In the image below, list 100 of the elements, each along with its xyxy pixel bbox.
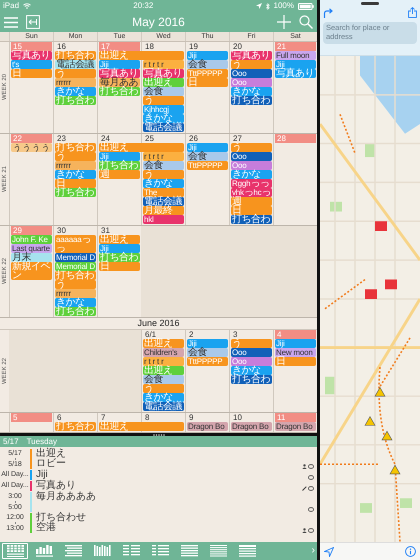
calendar-event[interactable]: Memorial D bbox=[55, 253, 96, 262]
calendar-event[interactable]: r t r t r bbox=[143, 152, 184, 161]
calendar-event[interactable]: きかな bbox=[231, 87, 272, 96]
day-number[interactable]: 26 bbox=[187, 134, 228, 143]
calendar-event[interactable]: 打ち合わ bbox=[55, 143, 96, 152]
calendar-event[interactable]: 写真あり bbox=[11, 51, 52, 60]
calendar-event[interactable]: う bbox=[231, 60, 272, 69]
day-number[interactable]: 18 bbox=[143, 42, 184, 51]
info-icon[interactable] bbox=[405, 546, 416, 557]
day-number[interactable]: 4 bbox=[275, 330, 316, 339]
calendar-event[interactable]: Jiji bbox=[99, 152, 140, 161]
calendar-event[interactable]: 会食 bbox=[143, 161, 184, 170]
calendar-event[interactable]: 週 bbox=[99, 170, 140, 179]
calendar-event[interactable]: 出迎え bbox=[143, 366, 184, 375]
calendar-event[interactable]: John F. Ke bbox=[11, 235, 52, 244]
calendar-event[interactable]: 会食 bbox=[187, 348, 228, 357]
calendar-event[interactable]: 電話会議 bbox=[143, 402, 184, 411]
calendar-event[interactable]: う bbox=[55, 152, 96, 161]
calendar-event[interactable]: aaaaaaっっ bbox=[55, 235, 96, 253]
calendar-event[interactable]: きかな bbox=[231, 170, 272, 179]
calendar-event[interactable]: vhkっhcっ bbox=[231, 188, 272, 197]
day-number[interactable]: 8 bbox=[143, 413, 184, 422]
calendar-event[interactable]: Dragon Bo bbox=[187, 422, 228, 431]
calendar-event[interactable]: きかな bbox=[55, 298, 96, 307]
calendar-event[interactable]: Jiji bbox=[187, 339, 228, 348]
calendar-event[interactable]: う bbox=[231, 143, 272, 152]
day-number[interactable]: 19 bbox=[187, 42, 228, 51]
day-number[interactable]: 20 bbox=[231, 42, 272, 51]
calendar-event[interactable]: 打ち合わ bbox=[55, 422, 96, 431]
calendar-event[interactable]: 電話会議 bbox=[143, 197, 184, 206]
calendar-event[interactable]: Ooo bbox=[231, 69, 272, 78]
calendar-event[interactable]: きかな bbox=[143, 114, 184, 123]
calendar-event[interactable]: 電話会議 bbox=[55, 60, 96, 69]
calendar-event[interactable]: 打ち合わ bbox=[99, 253, 140, 262]
calendar-event[interactable]: r t r t r bbox=[143, 357, 184, 366]
calendar-event[interactable]: Jiji bbox=[99, 60, 140, 69]
calendar-event[interactable]: 月末 bbox=[11, 253, 52, 262]
calendar-event[interactable]: 電話会議 bbox=[143, 123, 184, 132]
day-number[interactable]: 28 bbox=[275, 134, 316, 143]
day-number[interactable]: 16 bbox=[55, 42, 96, 51]
calendar-event[interactable]: Kjhhcgj bbox=[143, 105, 184, 114]
calendar-event[interactable]: う bbox=[143, 170, 184, 179]
calendar-event[interactable]: う bbox=[143, 96, 184, 105]
calendar-event[interactable]: TttPPPPP bbox=[187, 357, 228, 366]
day-number[interactable]: 7 bbox=[99, 413, 140, 422]
calendar-event[interactable]: 写真あり bbox=[275, 69, 316, 78]
calendar-event[interactable]: rrrrrr bbox=[55, 161, 96, 170]
calendar-event[interactable]: t's bbox=[11, 60, 52, 69]
day-number[interactable]: 23 bbox=[55, 134, 96, 143]
calendar-event[interactable]: 会食 bbox=[187, 60, 228, 69]
day-number[interactable]: 9 bbox=[187, 413, 228, 422]
calendar-event[interactable]: 打ち合わ bbox=[231, 375, 272, 384]
calendar-event[interactable]: 出迎え bbox=[99, 422, 184, 431]
day-number[interactable]: 30 bbox=[55, 226, 96, 235]
calendar-event[interactable]: きかな bbox=[143, 179, 184, 188]
calendar-event[interactable]: きかな bbox=[55, 87, 96, 96]
calendar-event[interactable]: う bbox=[55, 69, 96, 78]
day-number[interactable]: 21 bbox=[275, 42, 316, 51]
calendar-event[interactable]: 日 bbox=[275, 357, 316, 366]
day-number[interactable]: 22 bbox=[11, 134, 52, 143]
add-icon[interactable] bbox=[277, 15, 291, 29]
calendar-event[interactable]: TttPPPPP bbox=[187, 69, 228, 78]
calendar-event[interactable]: 打ち合わ bbox=[55, 51, 96, 60]
calendar-event[interactable]: Dragon Bo bbox=[231, 422, 272, 431]
calendar-event[interactable]: rrrrrr bbox=[55, 289, 96, 298]
calendar-event[interactable]: rrrrrr bbox=[55, 78, 96, 87]
calendar-event[interactable]: Children's bbox=[143, 348, 184, 357]
calendar-event[interactable]: hkl bbox=[143, 215, 184, 224]
day-number[interactable]: 5 bbox=[11, 413, 52, 422]
day-number[interactable]: 27 bbox=[231, 134, 272, 143]
calendar-event[interactable]: 会食 bbox=[143, 375, 184, 384]
day-number[interactable]: 3 bbox=[231, 330, 272, 339]
calendar-event[interactable]: Last quarte bbox=[11, 244, 52, 253]
day-number[interactable]: 15 bbox=[11, 42, 52, 51]
share-icon[interactable] bbox=[408, 7, 417, 18]
calendar-event[interactable]: 週 bbox=[231, 197, 272, 206]
calendar-event[interactable]: 会食 bbox=[143, 87, 184, 96]
search-icon[interactable] bbox=[299, 15, 313, 29]
day-number[interactable]: 10 bbox=[231, 413, 272, 422]
calendar-event[interactable]: 出迎え bbox=[99, 143, 184, 152]
calendar-event[interactable]: ぅぅぅぅ bbox=[11, 143, 52, 152]
day-number[interactable]: 24 bbox=[99, 134, 140, 143]
calendar-event[interactable]: 日 bbox=[99, 262, 140, 271]
day-number[interactable]: 31 bbox=[99, 226, 140, 235]
day-number[interactable]: 2 bbox=[187, 330, 228, 339]
turn-arrow-icon[interactable] bbox=[323, 8, 333, 18]
location-arrow-icon[interactable] bbox=[324, 546, 334, 556]
calendar-event[interactable]: 打ち合わ bbox=[99, 87, 140, 96]
view-button[interactable] bbox=[2, 543, 28, 559]
calendar-event[interactable]: Jiji bbox=[275, 339, 316, 348]
calendar-event[interactable]: う bbox=[55, 280, 96, 289]
calendar-event[interactable]: 会食 bbox=[187, 152, 228, 161]
day-number[interactable]: 6/1 bbox=[143, 330, 184, 339]
calendar-event[interactable]: 日 bbox=[55, 179, 96, 188]
calendar-event[interactable]: Ooo bbox=[231, 78, 272, 87]
calendar-event[interactable]: Rgghっっ bbox=[231, 179, 272, 188]
calendar-event[interactable]: 出迎え bbox=[143, 78, 184, 87]
calendar-event[interactable]: 出迎え bbox=[99, 235, 140, 244]
calendar-event[interactable]: 日 bbox=[231, 206, 272, 215]
menu-icon[interactable] bbox=[4, 16, 18, 28]
